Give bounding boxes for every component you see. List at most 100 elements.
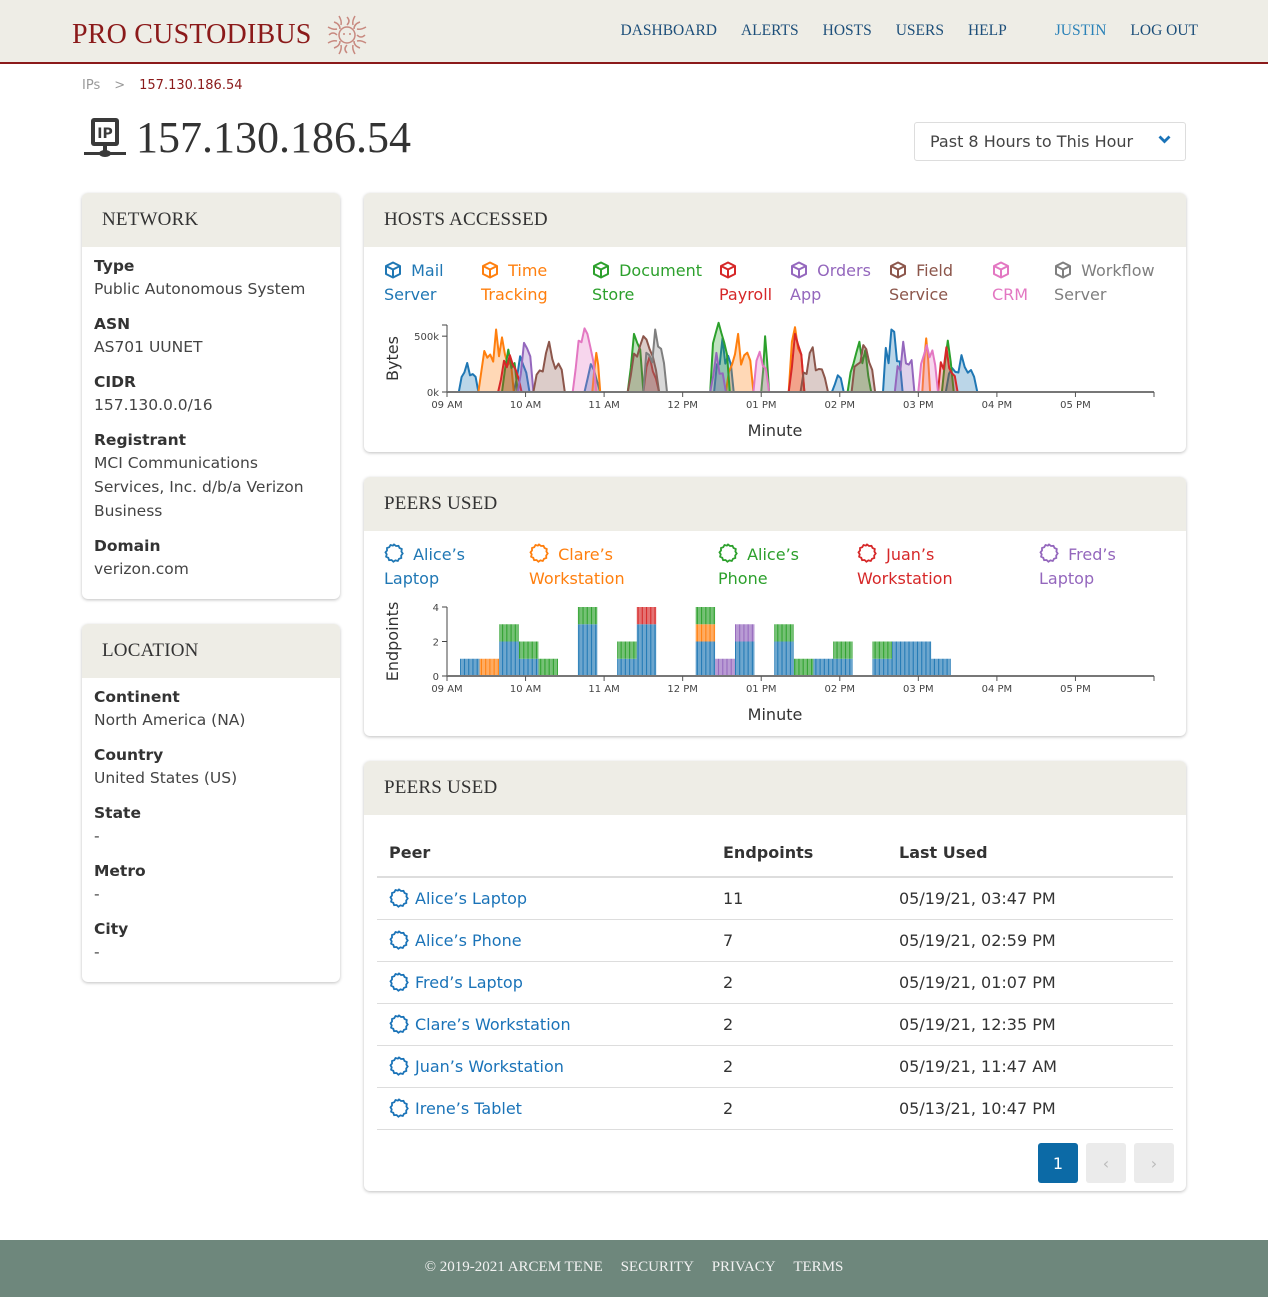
legend-item[interactable]: Time Tracking	[481, 259, 581, 307]
bar-alice-s-laptop	[791, 641, 793, 676]
x-tick-label: 12 PM	[667, 400, 698, 411]
bar-alice-s-phone	[807, 658, 809, 676]
next-page-button[interactable]: ›	[1134, 1143, 1174, 1183]
legend-item[interactable]: Mail Server	[384, 259, 464, 307]
peer-link[interactable]: Irene’s Tablet	[389, 1098, 522, 1118]
bar-clare-s-workstation	[487, 658, 489, 676]
bar-alice-s-phone	[848, 641, 850, 659]
nav-user[interactable]: JUSTIN	[1055, 22, 1107, 40]
x-tick-label: 02 PM	[824, 400, 855, 411]
prev-page-button[interactable]: ‹	[1086, 1143, 1126, 1183]
nav-logout[interactable]: LOG OUT	[1130, 22, 1198, 40]
column-header-peer[interactable]: Peer	[377, 829, 711, 878]
bar-alice-s-laptop	[529, 658, 531, 676]
bar-alice-s-laptop	[587, 624, 589, 676]
peer-name: Clare’s Workstation	[415, 1015, 571, 1034]
bar-clare-s-workstation	[699, 624, 701, 642]
bar-alice-s-phone	[579, 607, 581, 625]
column-header-last-used[interactable]: Last Used	[887, 829, 1173, 878]
legend-item[interactable]: Alice’s Phone	[718, 543, 818, 591]
bar-alice-s-phone	[549, 658, 551, 676]
bar-alice-s-laptop	[896, 641, 898, 676]
peer-cell: Irene’s Tablet	[377, 1087, 711, 1130]
bar-alice-s-phone	[786, 624, 788, 642]
bar-alice-s-phone	[886, 641, 888, 659]
peer-link[interactable]: Fred’s Laptop	[389, 972, 523, 992]
legend-item[interactable]: CRM	[992, 259, 1042, 307]
legend-item[interactable]: Alice’s Laptop	[384, 543, 484, 591]
legend-item[interactable]: Payroll	[719, 259, 779, 307]
page-1-button[interactable]: 1	[1038, 1143, 1078, 1183]
legend-item[interactable]: Orders App	[790, 259, 885, 307]
peer-link[interactable]: Clare’s Workstation	[389, 1014, 571, 1034]
nav-dashboard[interactable]: DASHBOARD	[621, 22, 717, 40]
footer-link-privacy[interactable]: PRIVACY	[712, 1259, 776, 1275]
legend-item[interactable]: Workflow Server	[1054, 259, 1174, 307]
bar-alice-s-laptop	[948, 658, 950, 676]
bar-alice-s-laptop	[503, 641, 505, 676]
bar-clare-s-workstation	[488, 658, 490, 676]
bar-alice-s-laptop	[835, 658, 837, 676]
peer-link[interactable]: Alice’s Phone	[389, 930, 522, 950]
nav-users[interactable]: USERS	[896, 22, 944, 40]
nav-alerts[interactable]: ALERTS	[741, 22, 799, 40]
bar-alice-s-laptop	[872, 658, 874, 676]
legend-item[interactable]: Field Service	[889, 259, 979, 307]
bar-alice-s-laptop	[500, 641, 502, 676]
legend-item[interactable]: Document Store	[592, 259, 712, 307]
bar-alice-s-phone	[707, 607, 709, 625]
bar-fred-s-laptop	[740, 624, 742, 642]
field-value: -	[94, 827, 100, 845]
bar-alice-s-phone	[835, 641, 837, 659]
host-cube-icon	[890, 261, 906, 279]
peer-icon	[384, 543, 404, 563]
bar-alice-s-phone	[584, 607, 586, 625]
bar-alice-s-laptop	[830, 658, 832, 676]
footer-link-terms[interactable]: TERMS	[793, 1259, 843, 1275]
legend-item[interactable]: Fred’s Laptop	[1039, 543, 1139, 591]
bar-alice-s-phone	[810, 658, 812, 676]
legend-item[interactable]: Juan’s Workstation	[857, 543, 977, 591]
nav-help[interactable]: HELP	[968, 22, 1007, 40]
bar-alice-s-laptop	[894, 641, 896, 676]
bar-alice-s-phone	[793, 658, 795, 676]
peer-link[interactable]: Alice’s Laptop	[389, 888, 527, 908]
bar-alice-s-laptop	[647, 624, 649, 676]
nav-hosts[interactable]: HOSTS	[823, 22, 872, 40]
bar-alice-s-laptop	[944, 658, 946, 676]
bar-alice-s-phone	[511, 624, 513, 642]
bar-fred-s-laptop	[728, 658, 730, 676]
bar-clare-s-workstation	[481, 658, 482, 676]
breadcrumb-parent[interactable]: IPs	[82, 78, 100, 93]
peer-cell: Clare’s Workstation	[377, 1003, 711, 1046]
bar-alice-s-phone	[546, 658, 548, 676]
bar-alice-s-phone	[706, 607, 708, 625]
bar-alice-s-laptop	[534, 658, 536, 676]
field-label: Domain	[94, 537, 161, 555]
column-header-endpoints[interactable]: Endpoints	[711, 829, 887, 878]
peer-cell: Juan’s Workstation	[377, 1045, 711, 1088]
bar-fred-s-laptop	[723, 658, 725, 676]
bar-alice-s-laptop	[643, 624, 645, 676]
bar-alice-s-laptop	[530, 658, 532, 676]
bar-alice-s-phone	[499, 624, 501, 642]
last-used-cell: 05/19/21, 11:47 AM	[887, 1045, 1173, 1088]
bar-alice-s-laptop	[934, 658, 935, 676]
bar-alice-s-phone	[628, 641, 630, 659]
bar-alice-s-phone	[541, 658, 543, 676]
bar-clare-s-workstation	[701, 624, 702, 642]
field-value: MCI Communications Services, Inc. d/b/a …	[94, 454, 304, 520]
legend-item[interactable]: Clare’s Workstation	[529, 543, 639, 591]
footer-link-security[interactable]: SECURITY	[621, 1259, 694, 1275]
footer: © 2019-2021 ARCEM TENE SECURITY PRIVACY …	[0, 1240, 1268, 1297]
bar-alice-s-phone	[845, 641, 846, 659]
peer-link[interactable]: Juan’s Workstation	[389, 1056, 564, 1076]
bar-alice-s-laptop	[699, 641, 701, 676]
bar-clare-s-workstation	[702, 624, 704, 642]
time-range-select[interactable]: Past 8 Hours to This Hour	[914, 122, 1186, 161]
bar-alice-s-phone	[520, 641, 522, 659]
legend-label: CRM	[992, 285, 1029, 304]
brand[interactable]: PRO CUSTODIBUS	[72, 12, 370, 58]
bar-alice-s-laptop	[909, 641, 911, 676]
bar-alice-s-laptop	[628, 658, 630, 676]
